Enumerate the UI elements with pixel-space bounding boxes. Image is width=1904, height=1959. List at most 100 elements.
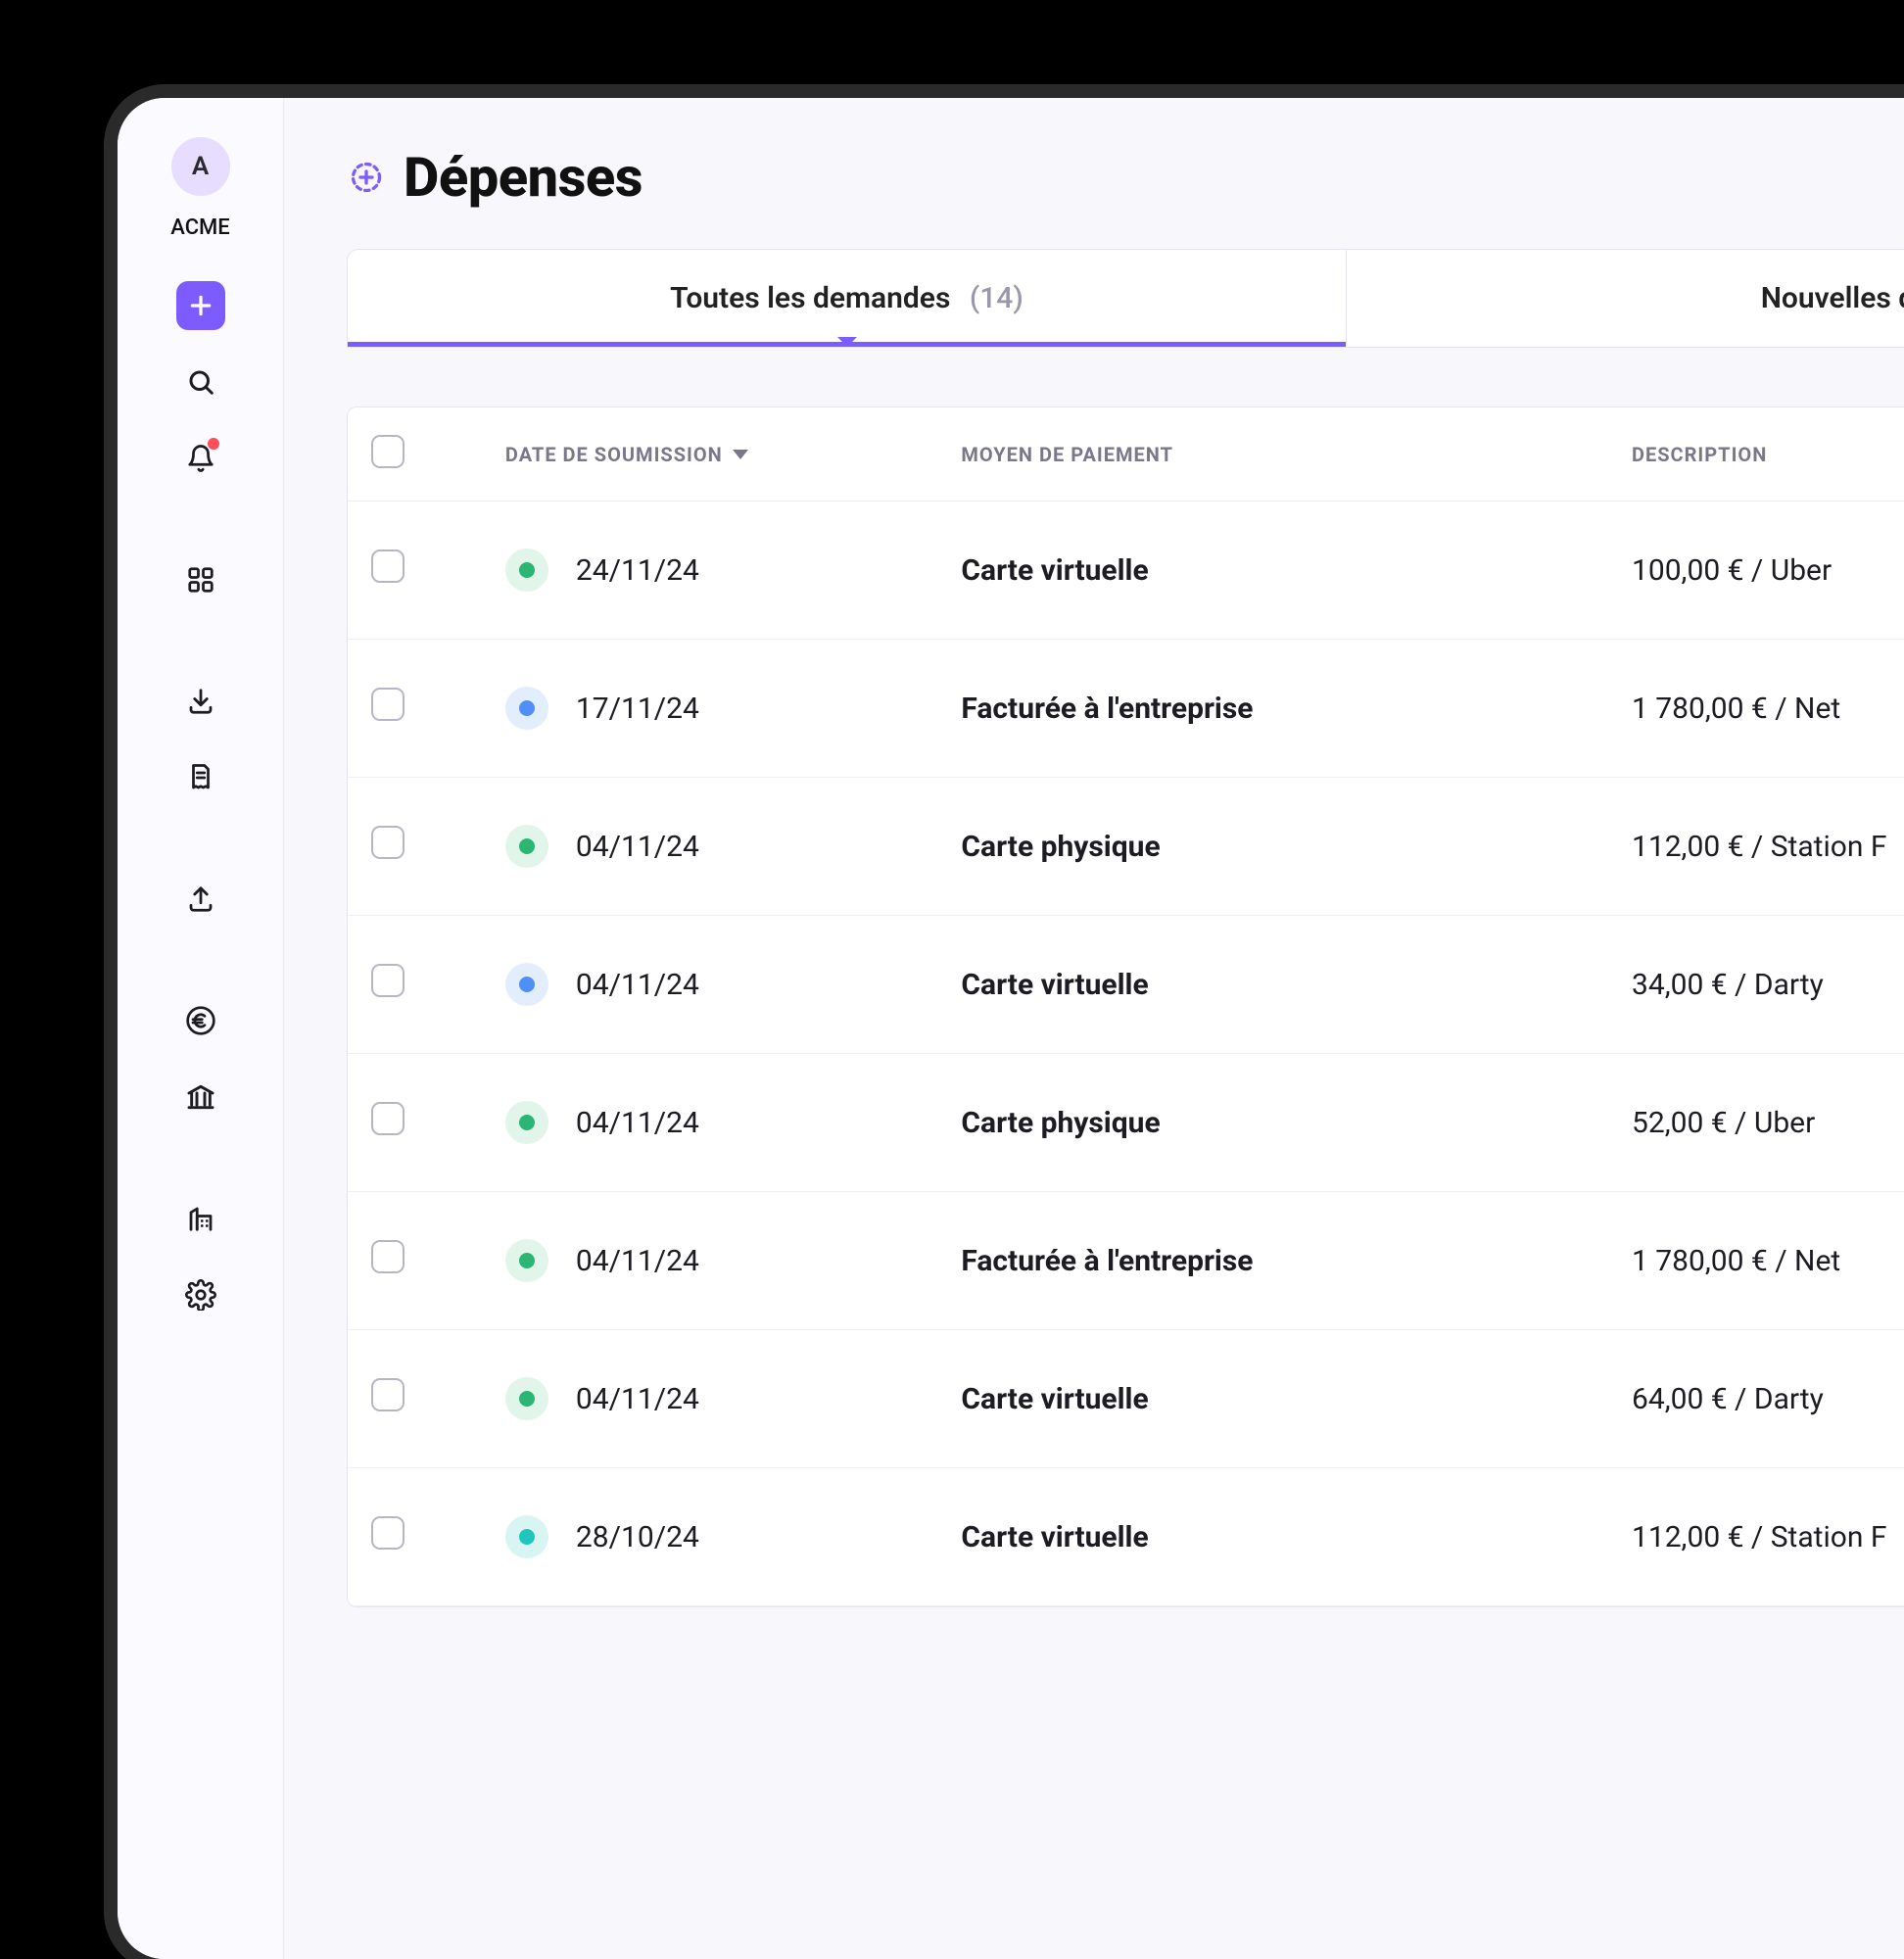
row-description: 100,00 € / Uber [1608,502,1904,640]
nav-export[interactable] [176,875,225,924]
receipt-icon [186,763,215,792]
device-frame: A ACME [118,98,1904,1959]
table-row[interactable]: 04/11/24 Carte physique52,00 € / Uber [348,1054,1904,1192]
nav-apps[interactable] [176,555,225,604]
row-description: 64,00 € / Darty [1608,1330,1904,1468]
row-payment-method: Carte virtuelle [937,502,1608,640]
status-dot-icon [519,1115,535,1130]
status-indicator [505,963,548,1006]
row-date: 17/11/24 [576,692,699,726]
row-checkbox[interactable] [371,1516,405,1550]
status-dot-icon [519,838,535,854]
col-date-label: Date de soumission [505,443,723,466]
row-date: 28/10/24 [576,1520,699,1554]
tab-label: Toutes les demandes [670,281,950,315]
status-dot-icon [519,1529,535,1545]
row-description: 1 780,00 € / Net [1608,1192,1904,1330]
status-dot-icon [519,1253,535,1268]
status-indicator [505,825,548,868]
expenses-header-icon [347,158,386,197]
nav-notifications[interactable] [176,434,225,483]
tab-count: (14) [970,281,1023,315]
status-dot-icon [519,977,535,992]
nav-org[interactable] [176,1194,225,1243]
status-indicator [505,1377,548,1420]
table-row[interactable]: 04/11/24 Carte physique112,00 € / Station… [348,778,1904,916]
row-description: 52,00 € / Uber [1608,1054,1904,1192]
status-indicator [505,687,548,730]
row-checkbox[interactable] [371,826,405,859]
grid-icon [186,565,215,595]
row-date: 04/11/24 [576,830,699,864]
row-checkbox[interactable] [371,549,405,583]
row-description: 1 780,00 € / Net [1608,640,1904,778]
row-checkbox[interactable] [371,1102,405,1135]
app: A ACME [118,98,1904,1959]
notification-dot-icon [208,438,219,450]
row-checkbox[interactable] [371,1378,405,1411]
euro-icon [185,1005,216,1036]
search-icon [186,367,215,397]
table-row[interactable]: 04/11/24 Carte virtuelle34,00 € / Darty [348,916,1904,1054]
building-icon [186,1204,215,1233]
row-date: 04/11/24 [576,968,699,1002]
row-description: 112,00 € / Station F [1608,778,1904,916]
col-payment-header[interactable]: Moyen de paiement [937,407,1608,502]
status-indicator [505,549,548,592]
row-date: 04/11/24 [576,1106,699,1140]
row-description: 34,00 € / Darty [1608,916,1904,1054]
row-payment-method: Facturée à l'entreprise [937,640,1608,778]
nav-inbox[interactable] [176,677,225,726]
table-row[interactable]: 17/11/24 Facturée à l'entreprise1 780,00 … [348,640,1904,778]
org-avatar[interactable]: A [171,137,230,196]
row-checkbox[interactable] [371,1240,405,1273]
col-description-label: Description [1632,443,1767,466]
nav-settings[interactable] [176,1270,225,1319]
nav-search[interactable] [176,358,225,406]
tab-all-requests[interactable]: Toutes les demandes (14) [348,250,1347,347]
page-title: Dépenses [404,145,643,210]
org-initial: A [192,152,209,181]
download-icon [186,687,215,716]
status-dot-icon [519,1391,535,1407]
row-checkbox[interactable] [371,688,405,721]
bank-icon [185,1081,216,1113]
row-date: 24/11/24 [576,553,699,588]
sort-desc-icon [733,450,748,459]
nav-add[interactable] [176,281,225,330]
tab-new[interactable]: Nouvelles de [1347,250,1904,347]
row-payment-method: Carte virtuelle [937,916,1608,1054]
row-checkbox[interactable] [371,964,405,997]
sidebar: A ACME [118,98,284,1959]
nav-receipts[interactable] [176,753,225,802]
main: Dépenses Toutes les demandes (14) Nouvel… [284,98,1904,1959]
select-all-checkbox[interactable] [371,435,405,468]
status-dot-icon [519,700,535,716]
table-row[interactable]: 28/10/24 Carte virtuelle112,00 € / Statio… [348,1468,1904,1606]
status-indicator [505,1239,548,1282]
row-payment-method: Carte physique [937,1054,1608,1192]
row-payment-method: Carte physique [937,778,1608,916]
table-row[interactable]: 04/11/24Facturée à l'entreprise1 780,00 … [348,1192,1904,1330]
gear-icon [185,1279,216,1311]
page-header: Dépenses [347,145,1904,210]
col-payment-label: Moyen de paiement [961,443,1173,466]
nav-bank[interactable] [176,1073,225,1122]
tab-label: Nouvelles de [1761,281,1904,315]
table-row[interactable]: 04/11/24Carte virtuelle64,00 € / Darty [348,1330,1904,1468]
org-name: ACME [170,215,229,240]
plus-icon [188,293,214,318]
expenses-table: Date de soumission Moyen de paiement Des… [347,406,1904,1607]
col-date-header[interactable]: Date de soumission [505,443,915,466]
row-date: 04/11/24 [576,1244,699,1278]
row-description: 112,00 € / Station F [1608,1468,1904,1606]
col-description-header[interactable]: Description [1608,407,1904,502]
status-indicator [505,1101,548,1144]
tabs: Toutes les demandes (14) Nouvelles de [347,249,1904,348]
table-row[interactable]: 24/11/24 Carte virtuelle100,00 € / Uber [348,502,1904,640]
status-dot-icon [519,562,535,578]
status-indicator [505,1515,548,1558]
nav-euro[interactable] [176,996,225,1045]
row-payment-method: Carte virtuelle [937,1468,1608,1606]
row-date: 04/11/24 [576,1382,699,1416]
